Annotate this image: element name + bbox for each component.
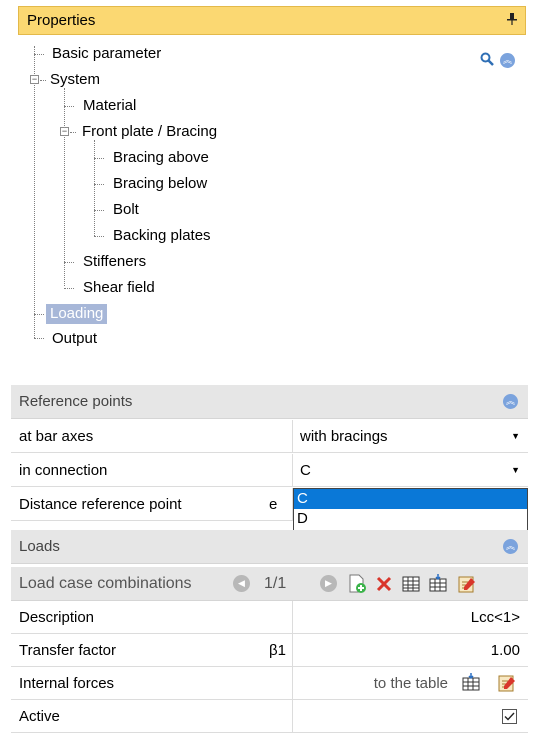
dropdown-option-d[interactable]: D [294,509,527,529]
row-label: at bar axes [19,427,94,445]
row-transfer-factor: Transfer factor β1 1.00 [11,634,528,667]
row-label: Internal forces [19,674,115,692]
collapse-all-icon[interactable]: ︽ [500,53,515,68]
active-checkbox[interactable] [502,709,517,724]
tree-item-bolt[interactable]: Bolt [113,200,139,220]
row-internal-forces: Internal forces to the table [11,667,528,700]
connection-select[interactable]: C [300,462,311,479]
section-loads[interactable]: Loads ︽ [11,530,528,564]
properties-header: Properties [18,6,526,35]
table-import-icon[interactable] [428,574,448,594]
row-label: Description [19,608,95,626]
dropdown-option-c[interactable]: C [294,489,527,509]
tree-item-system[interactable]: System [50,70,100,90]
table-import-icon[interactable] [461,673,481,697]
edit-icon[interactable] [457,574,477,594]
tree-item-front-plate[interactable]: Front plate / Bracing [82,122,217,142]
tree-item-loading[interactable]: Loading [46,304,108,324]
edit-icon[interactable] [497,673,517,697]
dropdown-arrow-icon[interactable]: ▼ [511,465,520,475]
row-label: Active [19,707,60,725]
section-title: Reference points [19,393,133,410]
lcc-title: Load case combinations [19,575,192,592]
row-label: in connection [19,461,108,479]
prev-icon[interactable]: ◀ [233,575,250,592]
tree-item-bracing-above[interactable]: Bracing above [113,148,209,168]
properties-tree: ︽ Basic parameter − System Material − Fr… [0,40,533,360]
collapse-section-icon[interactable]: ︽ [503,394,518,409]
row-in-connection: in connection C ▼ [11,454,528,487]
section-reference-points[interactable]: Reference points ︽ [11,385,528,419]
tree-item-backing-plates[interactable]: Backing plates [113,226,211,246]
row-symbol: e [269,495,278,513]
row-symbol: β1 [269,641,286,659]
row-label: Distance reference point [19,495,182,513]
collapse-system-icon[interactable]: − [30,75,39,84]
pager-text: 1/1 [264,575,287,592]
pin-icon[interactable] [507,13,517,28]
connection-dropdown-list[interactable]: C D [293,488,528,532]
row-active: Active [11,700,528,733]
next-icon[interactable]: ▶ [320,575,337,592]
tree-item-material[interactable]: Material [83,96,136,116]
collapse-front-plate-icon[interactable]: − [60,127,69,136]
transfer-factor-value[interactable]: 1.00 [491,642,520,659]
table-icon[interactable] [401,574,421,594]
search-icon[interactable] [480,52,494,69]
tree-item-output[interactable]: Output [52,329,97,349]
tree-item-stiffeners[interactable]: Stiffeners [83,252,146,272]
row-label: Transfer factor [19,641,116,659]
collapse-section-icon[interactable]: ︽ [503,539,518,554]
tree-item-bracing-below[interactable]: Bracing below [113,174,207,194]
row-description: Description Lcc<1> [11,601,528,634]
bar-axes-select[interactable]: with bracings [300,428,388,445]
tree-item-shear-field[interactable]: Shear field [83,278,155,298]
internal-forces-link[interactable]: to the table [374,675,448,692]
section-title: Loads [19,538,60,555]
tree-tools: ︽ [480,52,515,69]
dropdown-arrow-icon[interactable]: ▼ [511,431,520,441]
row-at-bar-axes: at bar axes with bracings ▼ [11,420,528,453]
delete-icon[interactable] [374,574,394,594]
description-value[interactable]: Lcc<1> [471,609,520,626]
properties-title: Properties [27,12,96,29]
add-document-icon[interactable] [347,574,367,594]
tree-item-basic-parameter[interactable]: Basic parameter [52,44,161,64]
load-case-combinations-toolbar: Load case combinations ◀ 1/1 ▶ [11,567,528,601]
